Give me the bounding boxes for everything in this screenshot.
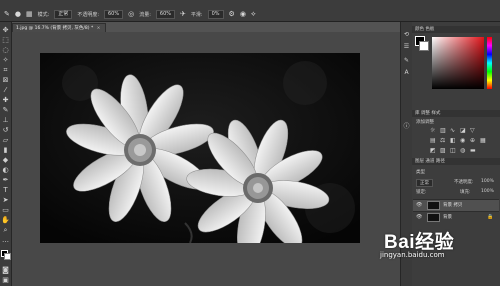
document-tab-title: 1.jpg @ 16.7% (背景 拷贝, 灰色/8) * <box>16 26 94 31</box>
layer-opacity-label: 不透明度: <box>454 180 474 185</box>
layer-name: 背景 拷贝 <box>443 203 463 208</box>
layer-opacity-input[interactable]: 100% <box>481 179 494 184</box>
tools-panel: ✥ ⬚ ◌ ✧ ⌗ ⊠ ⁄ ✚ ✎ ⊥ ↺ ▱ ▮ ◆ ◐ ✒ T ➤ ▭ ✋ … <box>0 22 12 286</box>
screen-mode-icon[interactable]: ▣ <box>1 276 10 285</box>
gradient-map-icon[interactable]: ▬ <box>470 147 476 154</box>
layer-thumbnail <box>427 213 440 222</box>
mode-select[interactable]: 正常 <box>54 10 73 19</box>
hue-slider[interactable] <box>487 37 492 89</box>
layer-row-background[interactable]: 👁 背景 🔒 <box>413 211 499 223</box>
adjustments-panel-tabs[interactable]: 库 调整 样式 <box>412 110 500 117</box>
fill-label: 填充: <box>460 190 471 195</box>
clone-stamp-tool-icon[interactable]: ⊥ <box>1 116 10 125</box>
smoothing-label: 平滑: <box>190 12 203 18</box>
invert-icon[interactable]: ◩ <box>430 147 436 154</box>
watermark-logo: Bai经验 <box>384 232 455 253</box>
visibility-eye-icon[interactable]: 👁 <box>416 212 422 223</box>
layer-blend-mode-select[interactable]: 正常 <box>416 179 433 187</box>
vibrance-icon[interactable]: ▽ <box>470 127 475 134</box>
airbrush-icon[interactable]: ✈ <box>180 11 186 18</box>
smoothing-options-icon[interactable]: ⚙ <box>229 11 235 18</box>
close-tab-icon[interactable]: × <box>97 26 101 31</box>
fill-input[interactable]: 100% <box>481 189 494 194</box>
marquee-tool-icon[interactable]: ⬚ <box>1 36 10 45</box>
history-brush-tool-icon[interactable]: ↺ <box>1 126 10 135</box>
lock-label: 锁定: <box>416 190 427 195</box>
flow-input[interactable]: 60% <box>155 10 176 19</box>
brush-options-bar: ✎ ● ▦ 模式: 正常 不透明度: 60% ◎ 流量: 60% ✈ 平滑: 0… <box>0 8 500 22</box>
layer-row-background-copy[interactable]: 👁 背景 拷贝 <box>413 199 499 211</box>
curves-icon[interactable]: ∿ <box>450 127 455 134</box>
black-white-icon[interactable]: ◧ <box>450 137 456 144</box>
gradient-tool-icon[interactable]: ▮ <box>1 146 10 155</box>
document-image[interactable] <box>40 53 360 243</box>
color-panel-background-swatch[interactable] <box>419 41 429 51</box>
watermark-url: jingyan.baidu.com <box>380 251 445 259</box>
opacity-input[interactable]: 60% <box>104 10 124 19</box>
layer-kind-filter[interactable]: 类型 <box>416 169 425 175</box>
flow-label: 流量: <box>139 12 151 18</box>
pressure-size-icon[interactable]: ◉ <box>240 11 246 18</box>
brush-settings-icon[interactable]: ▦ <box>26 11 33 18</box>
selective-color-icon[interactable]: ◍ <box>460 147 465 154</box>
color-panel-tabs[interactable]: 颜色 色板 <box>412 26 500 33</box>
color-balance-icon[interactable]: ⚖ <box>440 137 445 144</box>
type-tool-icon[interactable]: T <box>1 186 10 195</box>
dodge-tool-icon[interactable]: ◐ <box>1 166 10 175</box>
symmetry-icon[interactable]: ⟡ <box>251 11 256 18</box>
eraser-tool-icon[interactable]: ▱ <box>1 136 10 145</box>
opacity-label: 不透明度: <box>77 12 99 18</box>
posterize-icon[interactable]: ▨ <box>440 147 446 154</box>
add-adjustment-label: 添加调整 <box>416 120 434 125</box>
layer-thumbnail <box>427 201 440 210</box>
brush-panel-icon[interactable]: ✎ <box>402 56 411 65</box>
layers-panel-tabs[interactable]: 图层 通道 路径 <box>412 158 500 165</box>
eyedropper-tool-icon[interactable]: ⁄ <box>1 86 10 95</box>
quick-select-tool-icon[interactable]: ✧ <box>1 56 10 65</box>
flower-photo-grayscale <box>40 53 360 243</box>
levels-icon[interactable]: ▥ <box>440 127 446 134</box>
smoothing-input[interactable]: 0% <box>207 10 224 19</box>
healing-brush-tool-icon[interactable]: ✚ <box>1 96 10 105</box>
channel-mixer-icon[interactable]: ⊕ <box>470 137 475 144</box>
properties-panel-icon[interactable]: ☰ <box>402 42 411 51</box>
background-color-swatch[interactable] <box>4 253 11 260</box>
hand-tool-icon[interactable]: ✋ <box>1 216 10 225</box>
color-lookup-icon[interactable]: ▦ <box>480 137 486 144</box>
character-panel-icon[interactable]: A <box>402 68 411 77</box>
shape-tool-icon[interactable]: ▭ <box>1 206 10 215</box>
history-panel-icon[interactable]: ⟲ <box>402 30 411 39</box>
threshold-icon[interactable]: ◫ <box>450 147 456 154</box>
quick-mask-icon[interactable]: ◙ <box>1 266 10 275</box>
crop-tool-icon[interactable]: ⌗ <box>1 66 10 75</box>
pressure-opacity-icon[interactable]: ◎ <box>128 11 134 18</box>
document-tab[interactable]: 1.jpg @ 16.7% (背景 拷贝, 灰色/8) * × <box>12 23 106 32</box>
move-tool-icon[interactable]: ✥ <box>1 26 10 35</box>
info-panel-icon[interactable]: ⓘ <box>402 122 411 131</box>
color-picker-field[interactable] <box>432 37 484 89</box>
visibility-eye-icon[interactable]: 👁 <box>416 200 422 211</box>
exposure-icon[interactable]: ◪ <box>460 127 466 134</box>
pen-tool-icon[interactable]: ✒ <box>1 176 10 185</box>
watermark: Bai经验 jingyan.baidu.com <box>380 227 455 259</box>
layer-name: 背景 <box>443 215 452 220</box>
photo-filter-icon[interactable]: ◉ <box>460 137 465 144</box>
zoom-tool-icon[interactable]: ⌕ <box>1 226 10 235</box>
lock-icon[interactable]: 🔒 <box>487 212 493 223</box>
brush-tool-icon[interactable]: ✎ <box>4 11 10 18</box>
mode-label: 模式: <box>37 12 50 18</box>
brush-tool-icon[interactable]: ✎ <box>1 106 10 115</box>
blur-tool-icon[interactable]: ◆ <box>1 156 10 165</box>
lasso-tool-icon[interactable]: ◌ <box>1 46 10 55</box>
brush-preset-icon[interactable]: ● <box>15 11 21 18</box>
brightness-contrast-icon[interactable]: ☼ <box>430 127 435 134</box>
hue-saturation-icon[interactable]: ▤ <box>430 137 436 144</box>
path-select-tool-icon[interactable]: ➤ <box>1 196 10 205</box>
frame-tool-icon[interactable]: ⊠ <box>1 76 10 85</box>
more-tools-icon[interactable]: … <box>1 236 10 245</box>
